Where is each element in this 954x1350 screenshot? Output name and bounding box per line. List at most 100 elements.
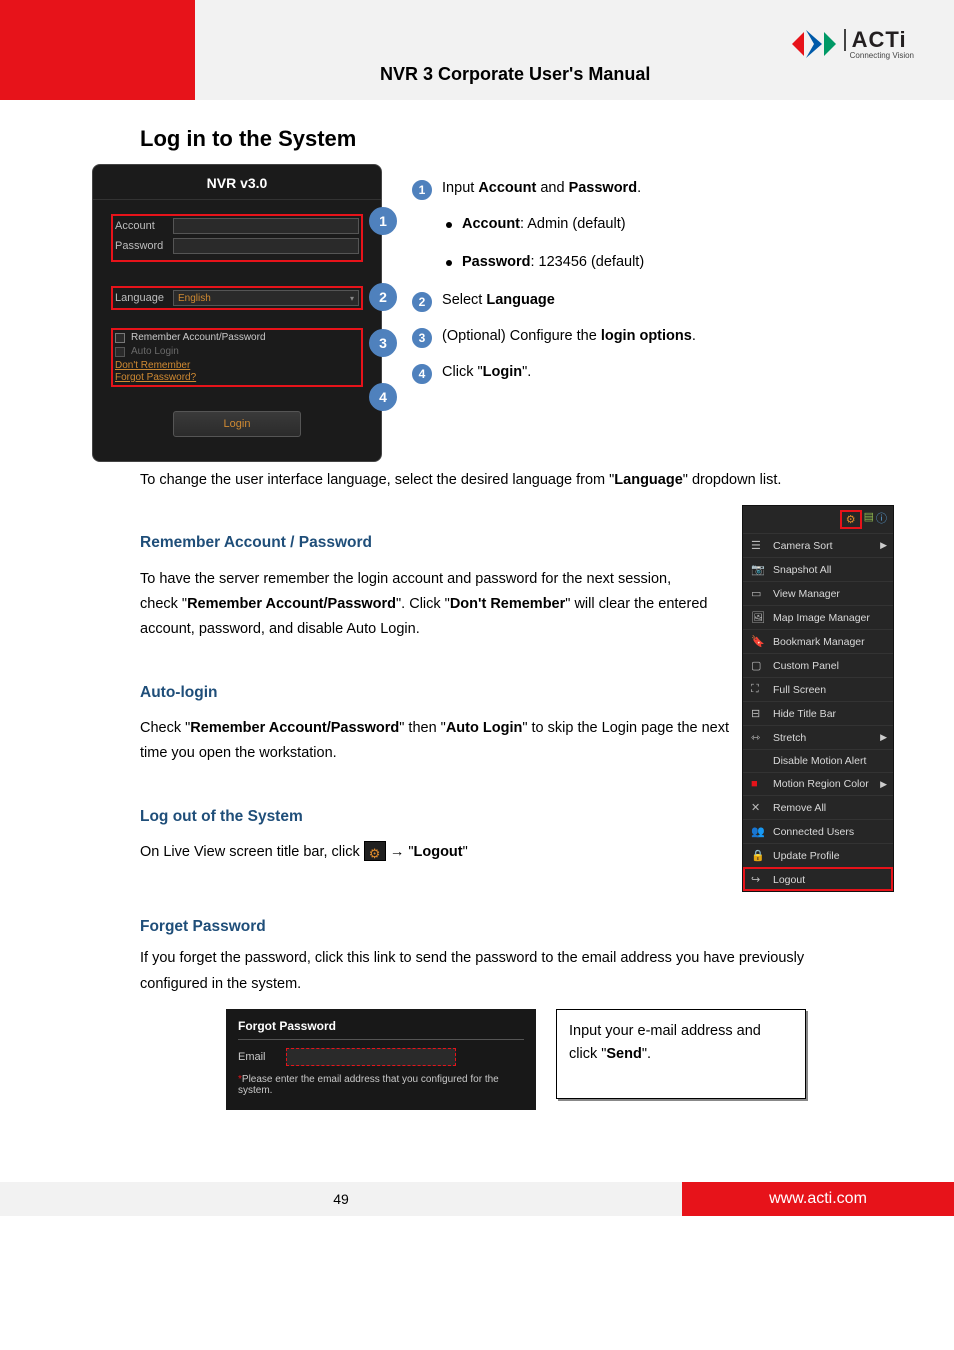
callout-2: 2 (369, 283, 397, 311)
menu-item-label: Custom Panel (773, 660, 839, 672)
note-box: Input your e-mail address and click "Sen… (556, 1009, 806, 1099)
step-2: 2 Select Language (412, 290, 894, 312)
callout-1: 1 (369, 207, 397, 235)
menu-item-label: Connected Users (773, 826, 854, 838)
forgot-note: *Please enter the email address that you… (238, 1074, 524, 1096)
logout-icon: ↪ (751, 873, 765, 886)
logout-paragraph: On Live View screen title bar, click → "… (140, 840, 730, 865)
menu-item-label: Logout (773, 874, 805, 886)
highlight-language: Language English ▾ (111, 286, 363, 310)
account-input[interactable] (173, 218, 359, 234)
forgot-paragraph: If you forget the password, click this l… (140, 946, 864, 997)
forgot-subtitle: Forget Password (140, 918, 894, 936)
bullet-icon (446, 260, 452, 266)
menu-item-label: Bookmark Manager (773, 636, 865, 648)
login-button[interactable]: Login (173, 411, 301, 437)
menu-item-label: Map Image Manager (773, 612, 870, 624)
forgot-password-link[interactable]: Forgot Password? (115, 372, 359, 383)
step-1: 1 Input Account and Password. (412, 178, 894, 200)
menu-item-sort[interactable]: ☰Camera Sort▶ (743, 533, 893, 557)
menu-item-label: Camera Sort (773, 540, 833, 552)
header-red-block (0, 0, 195, 100)
page-footer: 49 www.acti.com (0, 1182, 954, 1216)
menu-item-users[interactable]: 👥 Connected Users (743, 819, 893, 843)
bullet-icon (446, 222, 452, 228)
password-label: Password (115, 240, 173, 252)
autologin-subtitle: Auto-login (140, 679, 730, 706)
step-badge-3: 3 (412, 328, 432, 348)
autologin-paragraph: Check "Remember Account/Password" then "… (140, 716, 730, 767)
info-icon[interactable]: ⓘ (876, 510, 887, 529)
step-3: 3 (Optional) Configure the login options… (412, 326, 894, 348)
menu-item-book[interactable]: 🔖 Bookmark Manager (743, 629, 893, 653)
update-icon: 🔒 (751, 849, 765, 862)
dont-remember-link[interactable]: Don't Remember (115, 360, 359, 371)
callout-4: 4 (369, 383, 397, 411)
menu-item-label: Full Screen (773, 684, 826, 696)
step-4: 4 Click "Login". (412, 362, 894, 384)
snap-icon: 📷 (751, 563, 765, 576)
map-icon: 🖼 (751, 611, 765, 624)
brand-logo: ACTi Connecting Vision (792, 26, 914, 62)
forgot-panel-title: Forgot Password (238, 1019, 336, 1033)
menu-item-update[interactable]: 🔒 Update Profile (743, 843, 893, 867)
book-icon: 🔖 (751, 635, 765, 648)
language-label: Language (115, 292, 173, 304)
menu-item-custom[interactable]: ▢ Custom Panel (743, 653, 893, 677)
menu-item-none[interactable]: Disable Motion Alert (743, 749, 893, 772)
brand-tagline: Connecting Vision (844, 51, 914, 60)
menu-item-remove[interactable]: ✕ Remove All (743, 795, 893, 819)
menu-item-label: Remove All (773, 802, 826, 814)
chevron-right-icon: ▶ (880, 779, 887, 790)
highlight-gear-button: ⚙ (840, 510, 862, 529)
brand-name: ACTi (844, 29, 914, 51)
menu-item-stretch[interactable]: ⇿Stretch▶ (743, 725, 893, 749)
menu-item-label: Update Profile (773, 850, 840, 862)
language-value: English (178, 293, 211, 304)
remove-icon: ✕ (751, 801, 765, 814)
password-input[interactable] (173, 238, 359, 254)
login-window-title: NVR v3.0 (93, 165, 381, 200)
language-dropdown[interactable]: English ▾ (173, 290, 359, 306)
remember-label: Remember Account/Password (131, 332, 266, 343)
login-window: NVR v3.0 Account Password Language Eng (92, 164, 382, 462)
chevron-right-icon: ▶ (880, 540, 887, 551)
menu-item-map[interactable]: 🖼 Map Image Manager (743, 605, 893, 629)
step-badge-4: 4 (412, 364, 432, 384)
view-icon: ▭ (751, 587, 765, 600)
header-grey-block: NVR 3 Corporate User's Manual ACTi Conne… (195, 0, 954, 100)
email-input[interactable] (286, 1048, 456, 1066)
menu-item-logout[interactable]: ↪ Logout (743, 867, 893, 891)
menu-item-label: Motion Region Color (773, 778, 869, 790)
menu-item-motion[interactable]: ■ Motion Region Color ▶ (743, 772, 893, 795)
menu-item-view[interactable]: ▭View Manager (743, 581, 893, 605)
document-title: NVR 3 Corporate User's Manual (380, 64, 650, 85)
hide-icon: ⊟ (751, 707, 765, 720)
default-account-bullet: Account: Admin (default) (446, 214, 894, 236)
users-icon: 👥 (751, 825, 765, 838)
forgot-password-panel: Forgot Password Email *Please enter the … (226, 1009, 536, 1110)
menu-item-full[interactable]: ⛶Full Screen (743, 677, 893, 701)
remember-paragraph: To have the server remember the login ac… (140, 567, 730, 643)
page-number: 49 (0, 1182, 682, 1216)
page-header: NVR 3 Corporate User's Manual ACTi Conne… (0, 0, 954, 100)
gear-icon[interactable]: ⚙ (846, 513, 856, 526)
stretch-icon: ⇿ (751, 731, 765, 744)
context-menu: ⚙ ▤ ⓘ ☰Camera Sort▶📷Snapshot All▭View Ma… (742, 505, 894, 892)
menu-item-snap[interactable]: 📷 Snapshot All (743, 557, 893, 581)
remember-checkbox[interactable] (115, 333, 125, 343)
menu-item-label: Stretch (773, 732, 806, 744)
menu-item-label: Disable Motion Alert (773, 755, 866, 767)
highlight-options: Remember Account/Password Auto Login Don… (111, 328, 363, 387)
custom-icon: ▢ (751, 659, 765, 672)
report-icon[interactable]: ▤ (864, 510, 874, 529)
logo-mark-icon (792, 26, 836, 62)
auto-login-checkbox[interactable] (115, 347, 125, 357)
menu-item-label: Hide Title Bar (773, 708, 836, 720)
footer-url: www.acti.com (682, 1182, 954, 1216)
menu-item-label: Snapshot All (773, 564, 831, 576)
motion-icon: ■ (751, 778, 765, 790)
language-paragraph: To change the user interface language, s… (140, 468, 864, 493)
logout-subtitle: Log out of the System (140, 803, 730, 830)
menu-item-hide[interactable]: ⊟ Hide Title Bar (743, 701, 893, 725)
